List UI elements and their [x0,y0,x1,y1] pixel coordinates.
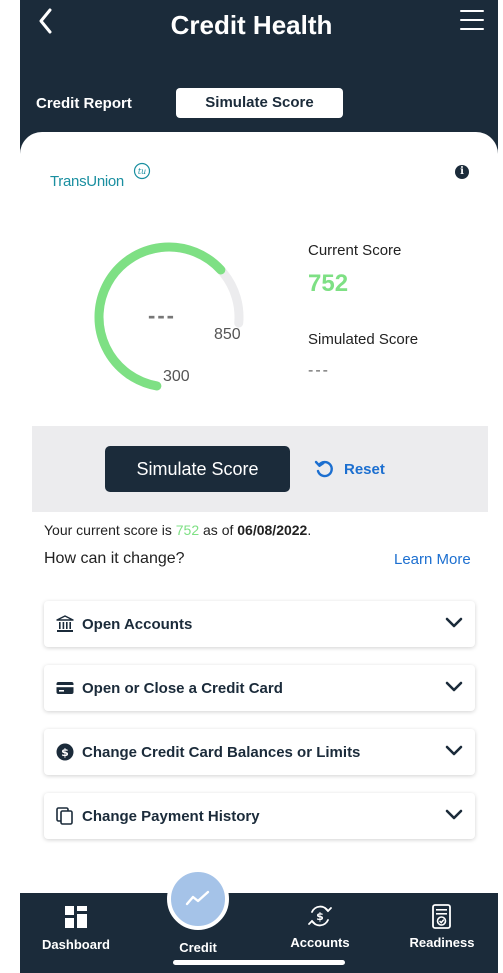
document-copy-icon [56,807,73,825]
gauge-min-label: 300 [163,368,190,385]
svg-text:$: $ [61,746,69,759]
nav-accounts[interactable]: $ Accounts [280,903,360,950]
trend-line-icon [185,890,210,906]
tab-simulate-score[interactable]: Simulate Score [176,88,343,118]
transunion-mark-icon: tu [133,162,151,180]
accordion-credit-card[interactable]: Open or Close a Credit Card [44,665,475,711]
app-screen: Credit Health Credit Report Simulate Sco… [0,0,503,973]
reset-label: Reset [344,460,385,478]
accordion-payment-history[interactable]: Change Payment History [44,793,475,839]
summary-score: 752 [175,522,200,538]
accordion-label: Change Credit Card Balances or Limits [82,744,361,761]
dashboard-icon [65,906,87,928]
hamburger-icon [460,10,484,12]
summary-period: . [307,522,312,538]
screen-edge-left [0,0,20,973]
change-question: How can it change? [44,550,185,567]
chevron-down-icon[interactable] [445,617,463,629]
hamburger-line [460,28,484,30]
reset-icon [314,460,333,478]
transunion-logo-text: TransUnion [50,173,124,190]
screen-edge-right [498,0,503,973]
nav-dashboard[interactable]: Dashboard [36,905,116,952]
nav-label: Readiness [409,935,475,950]
transunion-mark-text: tu [138,167,146,176]
accordion-label: Open Accounts [82,616,193,633]
svg-text:$: $ [316,910,324,923]
chevron-down-icon[interactable] [445,745,463,757]
hamburger-line [460,19,484,21]
gauge-max-label: 850 [214,326,241,343]
accordion-balances-limits[interactable]: $ Change Credit Card Balances or Limits [44,729,475,775]
nav-readiness[interactable]: Readiness [402,903,482,950]
tab-credit-report[interactable]: Credit Report [36,95,132,112]
bank-icon [56,615,74,632]
accordion-open-accounts[interactable]: Open Accounts [44,601,475,647]
summary-as-of: as of [203,522,234,538]
current-score-label: Current Score [308,242,402,259]
credit-card-icon [56,682,74,694]
home-indicator[interactable] [173,960,345,965]
score-summary: Your current score is 752 as of 06/08/20… [44,522,311,538]
summary-date: 06/08/2022 [237,522,308,538]
learn-more-link[interactable]: Learn More [394,551,471,568]
nav-credit[interactable]: Credit [158,940,238,955]
summary-prefix: Your current score is [44,522,172,538]
page-title: Credit Health [170,10,333,40]
current-score-value: 752 [308,270,349,297]
accordion-label: Change Payment History [82,808,260,825]
simulate-score-button[interactable]: Simulate Score [105,446,290,492]
chevron-down-icon[interactable] [445,809,463,821]
checklist-icon [432,904,451,929]
transunion-logo: TransUnion tu [50,162,160,192]
menu-button[interactable] [460,10,484,30]
info-icon[interactable]: i [455,165,469,179]
dollar-circle-icon: $ [56,743,74,761]
nav-label: Accounts [290,935,350,950]
nav-credit-active-button[interactable] [167,868,229,930]
chevron-down-icon[interactable] [445,681,463,693]
nav-label: Dashboard [42,937,110,952]
accordion-label: Open or Close a Credit Card [82,680,283,697]
simulated-score-label: Simulated Score [308,331,419,348]
dollar-cycle-icon: $ [308,905,332,927]
nav-label: Credit [179,940,217,955]
simulated-score-value: --- [308,362,330,379]
reset-button[interactable]: Reset [314,458,385,480]
gauge-score-placeholder: --- [148,303,176,328]
